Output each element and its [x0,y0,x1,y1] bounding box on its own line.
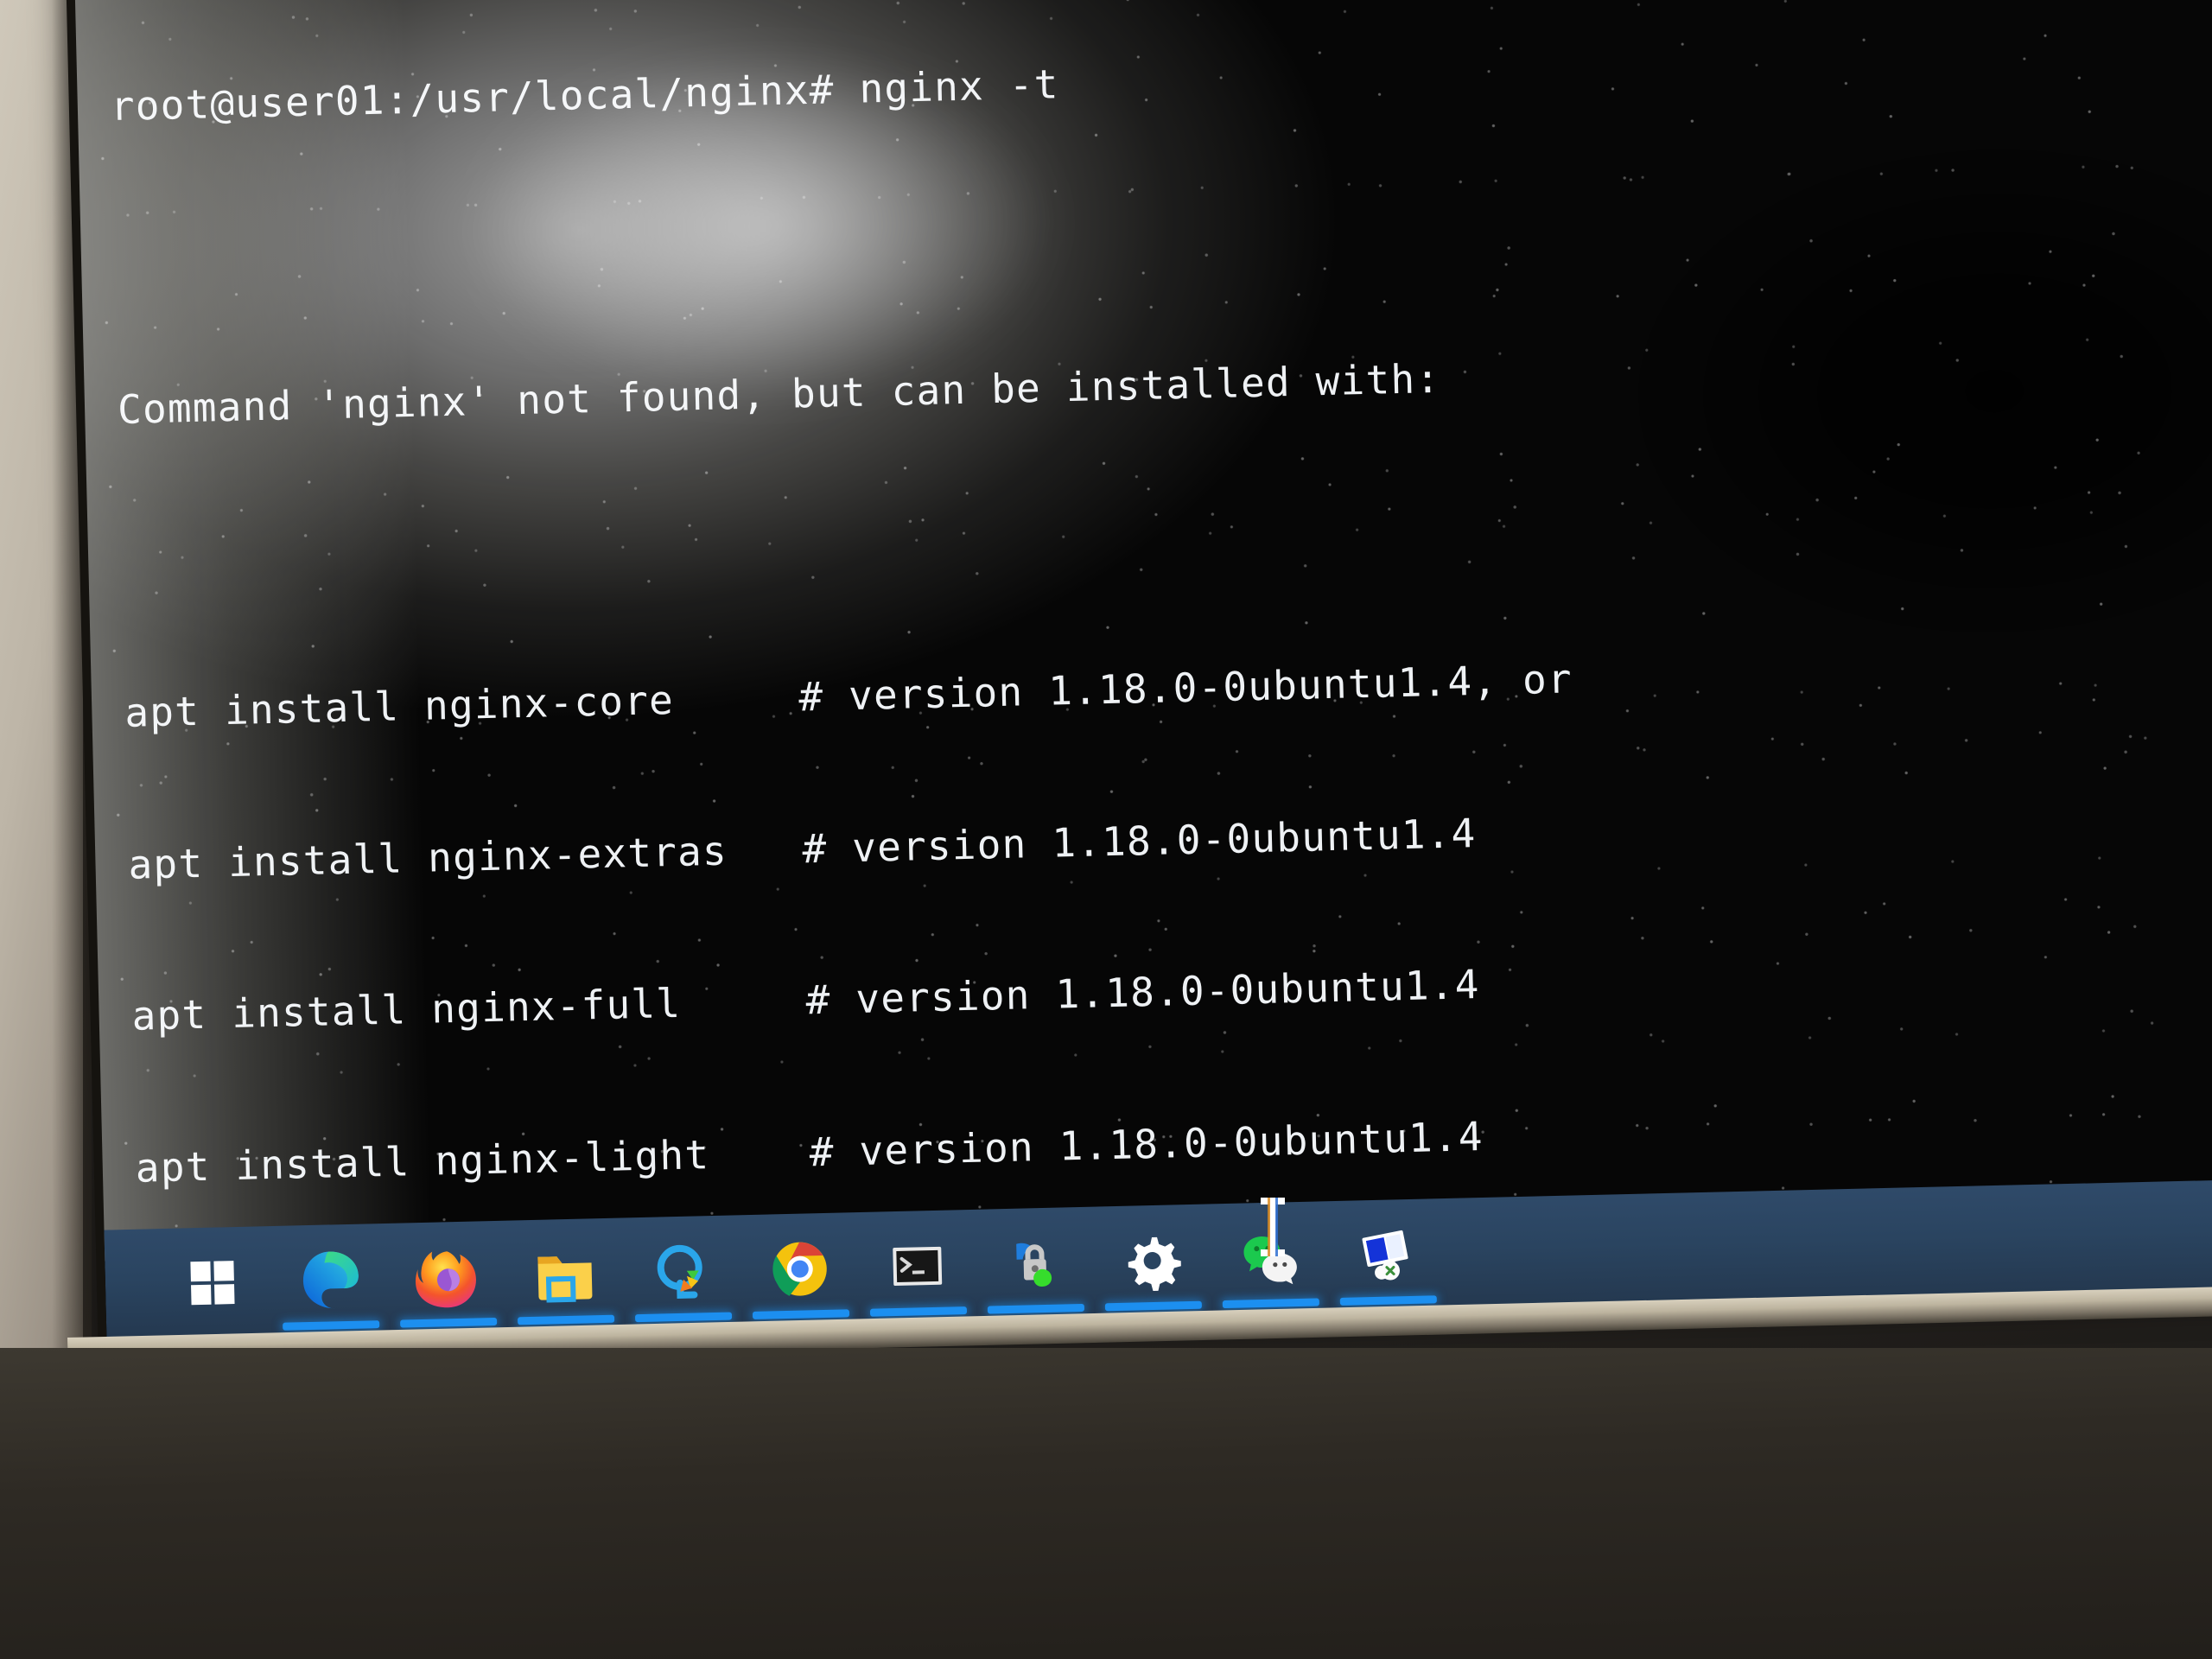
microsoft-edge-icon [296,1246,365,1315]
terminal-window[interactable]: root@user01:/usr/local/nginx# nginx -t C… [74,0,2212,1341]
taskbar-item-chrome[interactable] [740,1212,860,1325]
windows-start-icon [178,1249,247,1318]
remote-desktop-icon [1353,1221,1422,1290]
monitor-screen: root@user01:/usr/local/nginx# nginx -t C… [74,0,2212,1341]
taskbar-item-edge[interactable] [270,1224,390,1337]
terminal-line: Command 'nginx' not found, but can be in… [117,354,1441,433]
taskbar-item-security[interactable] [975,1207,1095,1320]
taskbar-item-explorer[interactable] [505,1217,625,1331]
mouse-pointer-ibeam-icon [1258,1196,1287,1267]
qq-browser-icon [648,1237,717,1306]
terminal-window-icon [883,1232,952,1301]
desk-surface [0,1348,2212,1659]
gear-icon [1118,1226,1187,1295]
monitor-photo: root@user01:/usr/local/nginx# nginx -t C… [0,0,2212,1659]
terminal-line: apt install nginx-light # version 1.18.0… [135,1112,1484,1192]
file-explorer-icon [531,1240,600,1309]
taskbar-item-qq[interactable] [622,1215,742,1328]
firefox-icon [413,1243,482,1312]
terminal-line: apt install nginx-core # version 1.18.0-… [124,655,1573,736]
terminal-line: root@user01:/usr/local/nginx# nginx -t [110,60,1060,130]
terminal-line: apt install nginx-extras # version 1.18.… [127,809,1478,888]
google-chrome-icon [766,1235,835,1304]
taskbar-item-settings[interactable] [1092,1204,1212,1317]
taskbar-item-terminal[interactable] [857,1210,977,1323]
taskbar-item-firefox[interactable] [387,1221,507,1334]
taskbar-item-remote[interactable] [1327,1198,1447,1312]
terminal-line: apt install nginx-full # version 1.18.0-… [131,961,1481,1039]
taskbar-item-start[interactable] [152,1226,272,1339]
lock-shield-icon [1001,1229,1070,1298]
